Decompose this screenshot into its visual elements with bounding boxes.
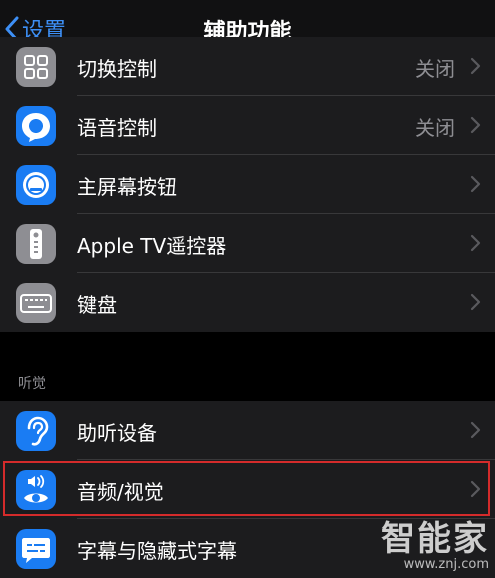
section-header-hearing: 听觉 — [18, 376, 46, 392]
chevron-right-icon — [470, 116, 481, 138]
list-item-keyboard[interactable]: 键盘 — [0, 273, 495, 332]
chevron-right-icon — [470, 480, 481, 502]
apple-tv-remote-icon — [16, 224, 56, 264]
accessibility-settings-screen: 设置 辅助功能 切换控制 关闭 语音控制 关闭 主屏幕按钮 Apple TV遥控… — [0, 0, 495, 578]
subtitles-icon — [16, 529, 56, 569]
list-item-label: 主屏幕按钮 — [77, 175, 177, 199]
list-item-label: 音频/视觉 — [77, 480, 164, 504]
chevron-right-icon — [470, 175, 481, 197]
list-item-switch-control[interactable]: 切换控制 关闭 — [0, 37, 495, 96]
voice-control-icon — [16, 106, 56, 146]
chevron-right-icon — [470, 293, 481, 315]
home-button-icon — [16, 165, 56, 205]
chevron-right-icon — [470, 234, 481, 256]
status-value: 关闭 — [415, 57, 455, 81]
ear-icon — [16, 411, 56, 451]
keyboard-icon — [16, 283, 56, 323]
chevron-right-icon — [470, 57, 481, 79]
chevron-right-icon — [470, 421, 481, 443]
list-item-apple-tv-remote[interactable]: Apple TV遥控器 — [0, 214, 495, 273]
list-item-label: 切换控制 — [77, 57, 157, 81]
audio-visual-icon — [16, 470, 56, 510]
list-item-voice-control[interactable]: 语音控制 关闭 — [0, 96, 495, 155]
list-item-label: 语音控制 — [77, 116, 157, 140]
list-item-hearing-devices[interactable]: 助听设备 — [0, 401, 495, 460]
list-item-label: 键盘 — [77, 293, 117, 317]
list-item-label: 助听设备 — [77, 421, 157, 445]
list-item-label: 字幕与隐藏式字幕 — [77, 539, 237, 563]
list-item-audio-visual[interactable]: 音频/视觉 — [0, 460, 495, 519]
list-item-label: Apple TV遥控器 — [77, 234, 227, 258]
interaction-group: 切换控制 关闭 语音控制 关闭 主屏幕按钮 Apple TV遥控器 键盘 — [0, 37, 495, 332]
list-item-subtitles[interactable]: 字幕与隐藏式字幕 — [0, 519, 495, 578]
status-value: 关闭 — [415, 116, 455, 140]
list-item-home-button[interactable]: 主屏幕按钮 — [0, 155, 495, 214]
switch-control-icon — [16, 47, 56, 87]
hearing-group: 助听设备 音频/视觉 字幕与隐藏式字幕 — [0, 401, 495, 578]
